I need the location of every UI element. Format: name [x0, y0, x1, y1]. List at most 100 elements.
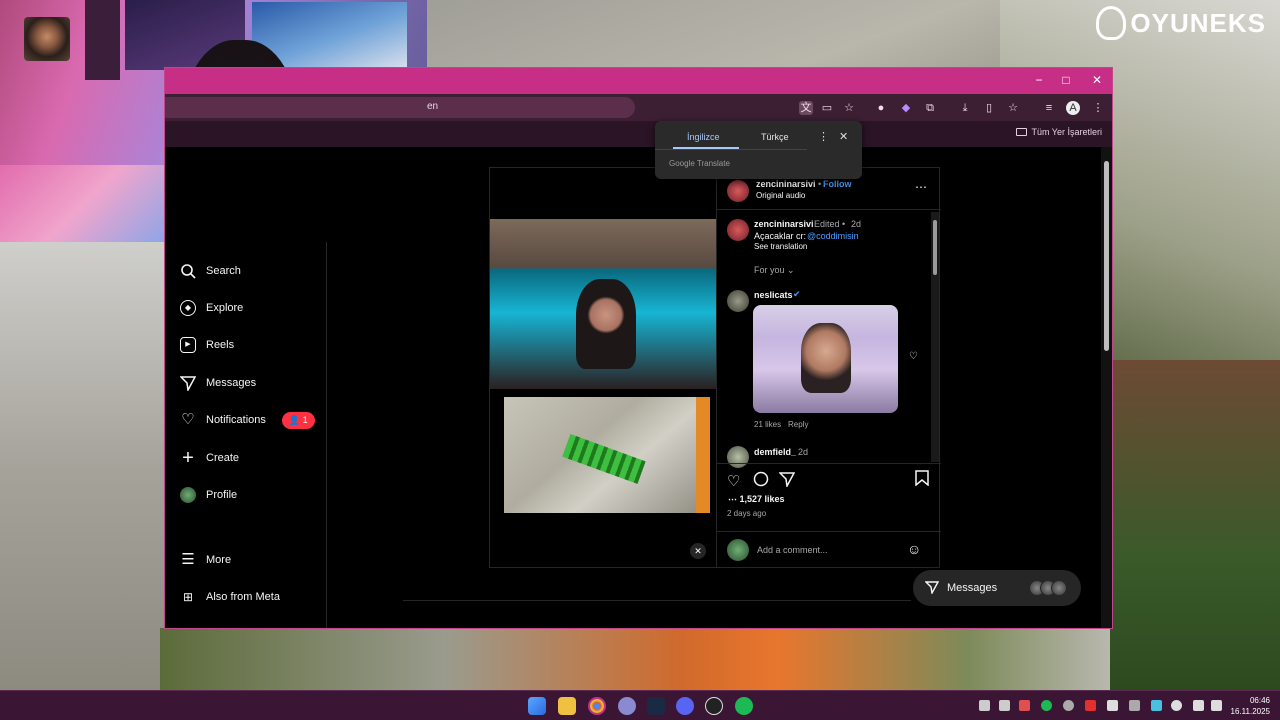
author-avatar[interactable] — [727, 180, 749, 202]
profile-icon[interactable]: A — [1066, 101, 1080, 115]
user-avatar — [727, 539, 749, 561]
like-icon[interactable]: ♡ — [727, 472, 740, 490]
sidebar-item-notifications[interactable]: ♡ Notifications 👤 1 — [180, 409, 315, 431]
volume-icon[interactable] — [1211, 700, 1222, 711]
close-button[interactable]: ✕ — [1087, 73, 1107, 87]
logo-mascot-icon — [1096, 6, 1127, 40]
mute-icon[interactable]: ✕ — [690, 543, 706, 559]
sidebar-item-reels[interactable]: ▶ Reels — [180, 334, 234, 356]
sidebar-item-label: More — [206, 554, 232, 566]
save-icon[interactable] — [915, 470, 929, 490]
see-translation-link[interactable]: See translation — [754, 242, 807, 251]
reel-video[interactable]: ✕ — [490, 168, 716, 567]
comments-scrollbar[interactable] — [931, 212, 939, 462]
start-icon[interactable] — [528, 697, 546, 715]
download-icon[interactable]: ⤓ — [958, 101, 972, 115]
network-icon[interactable] — [1193, 700, 1204, 711]
close-icon[interactable]: ✕ — [839, 130, 848, 143]
favorites-icon[interactable]: ☆ — [1006, 101, 1020, 115]
messages-pill[interactable]: Messages — [913, 570, 1081, 606]
chrome-icon[interactable] — [588, 697, 606, 715]
scrollbar-thumb[interactable] — [1104, 161, 1109, 351]
sidebar-item-label: Also from Meta — [206, 591, 280, 603]
for-you-dropdown[interactable]: For you ⌄ — [754, 265, 795, 276]
page-scrollbar[interactable] — [1101, 147, 1112, 628]
bookmark-star-icon[interactable]: ☆ — [842, 101, 856, 115]
instagram-sidebar: Search ◆ Explore ▶ Reels Messages ♡ Noti… — [164, 242, 327, 628]
all-bookmarks-label: Tüm Yer İşaretleri — [1031, 127, 1102, 137]
share-icon[interactable] — [778, 471, 796, 491]
comment-age: 2d — [798, 447, 809, 457]
tab-source-language[interactable]: İngilizce — [687, 132, 720, 142]
menu-icon[interactable]: ⋮ — [1091, 101, 1105, 115]
comment-input[interactable]: Add a comment... — [757, 545, 828, 555]
sidebar-item-more[interactable]: ☰ More — [180, 549, 231, 571]
bed — [0, 165, 170, 242]
tab-target-language[interactable]: Türkçe — [761, 132, 789, 142]
sidebar-item-profile[interactable]: Profile — [180, 484, 237, 506]
extension-icon[interactable]: ◆ — [899, 101, 913, 115]
caption-mention[interactable]: @coddimisin — [807, 231, 859, 241]
extension-icon[interactable]: ● — [874, 101, 888, 115]
puzzle-icon[interactable]: ⧉ — [923, 101, 937, 115]
comment-icon[interactable] — [753, 471, 769, 491]
tray-icon[interactable] — [1107, 700, 1118, 711]
clock[interactable]: 06:46 16.11.2025 — [1231, 695, 1270, 717]
discord-icon[interactable] — [676, 697, 694, 715]
game-object — [562, 434, 646, 484]
more-options-icon[interactable]: ⋮ — [818, 130, 829, 143]
compass-icon: ◆ — [180, 300, 196, 316]
sidebar-item-label: Explore — [206, 302, 244, 314]
for-you-label: For you — [754, 265, 785, 275]
translate-popup: İngilizce Türkçe ⋮ ✕ Google Translate — [655, 121, 862, 179]
spotify-tray-icon[interactable] — [1041, 700, 1052, 711]
audio-label[interactable]: Original audio — [756, 191, 805, 200]
translate-icon[interactable]: 文 — [799, 101, 813, 115]
sidebar-item-label: Profile — [206, 489, 238, 501]
post-actions: ♡ ⋯ 1,527 likes 2 days ago — [717, 463, 941, 523]
emoji-icon[interactable]: ☺ — [907, 541, 921, 557]
mic-icon[interactable] — [1171, 700, 1182, 711]
meta-grid-icon: ⊞ — [182, 590, 194, 604]
spotify-icon[interactable] — [735, 697, 753, 715]
more-options-icon[interactable]: ⋯ — [915, 180, 927, 194]
tray-icon[interactable] — [1019, 700, 1030, 711]
comment-image[interactable] — [753, 305, 898, 413]
likes-count[interactable]: ⋯ 1,527 likes — [728, 494, 785, 505]
sidebar-item-also-from-meta[interactable]: ⊞ Also from Meta — [180, 586, 280, 608]
scrollbar-thumb[interactable] — [933, 220, 937, 275]
steam-icon[interactable] — [647, 697, 665, 715]
cast-icon[interactable]: ▭ — [820, 101, 834, 115]
file-explorer-icon[interactable] — [558, 697, 576, 715]
comment-likes[interactable]: 21 likes — [754, 420, 781, 429]
comment-reply[interactable]: Reply — [788, 420, 808, 429]
maximize-button[interactable]: □ — [1056, 73, 1076, 87]
tray-icon[interactable] — [1151, 700, 1162, 711]
sidebar-item-explore[interactable]: ◆ Explore — [180, 297, 243, 319]
comment-author[interactable]: demfield_ — [754, 447, 796, 457]
comment-author[interactable]: neslicats — [754, 290, 793, 300]
caption-avatar[interactable] — [727, 219, 749, 241]
follow-button[interactable]: Follow — [823, 179, 852, 189]
media-icon[interactable]: ≡ — [1042, 101, 1056, 115]
caption-author[interactable]: zencininarsivi — [754, 219, 814, 229]
address-bar[interactable]: en — [165, 97, 635, 118]
sidebar-item-create[interactable]: + Create — [180, 447, 239, 469]
tray-icon[interactable] — [1063, 700, 1074, 711]
headset-icon[interactable] — [999, 700, 1010, 711]
author-username[interactable]: zencininarsivi — [756, 179, 816, 189]
all-bookmarks[interactable]: Tüm Yer İşaretleri — [1016, 127, 1102, 137]
reels-icon: ▶ — [180, 337, 196, 353]
caption-age: 2d — [851, 219, 862, 229]
obs-icon[interactable] — [705, 697, 723, 715]
reader-icon[interactable]: ▯ — [982, 101, 996, 115]
comment-avatar[interactable] — [727, 290, 749, 312]
tray-icon[interactable] — [1085, 700, 1096, 711]
tray-icon[interactable] — [1129, 700, 1140, 711]
sidebar-item-search[interactable]: Search — [180, 260, 241, 282]
comment-like-icon[interactable]: ♡ — [909, 351, 918, 362]
minimize-button[interactable]: − — [1029, 73, 1049, 87]
tray-icon[interactable] — [979, 700, 990, 711]
sidebar-item-messages[interactable]: Messages — [180, 372, 256, 394]
app-icon[interactable] — [618, 697, 636, 715]
